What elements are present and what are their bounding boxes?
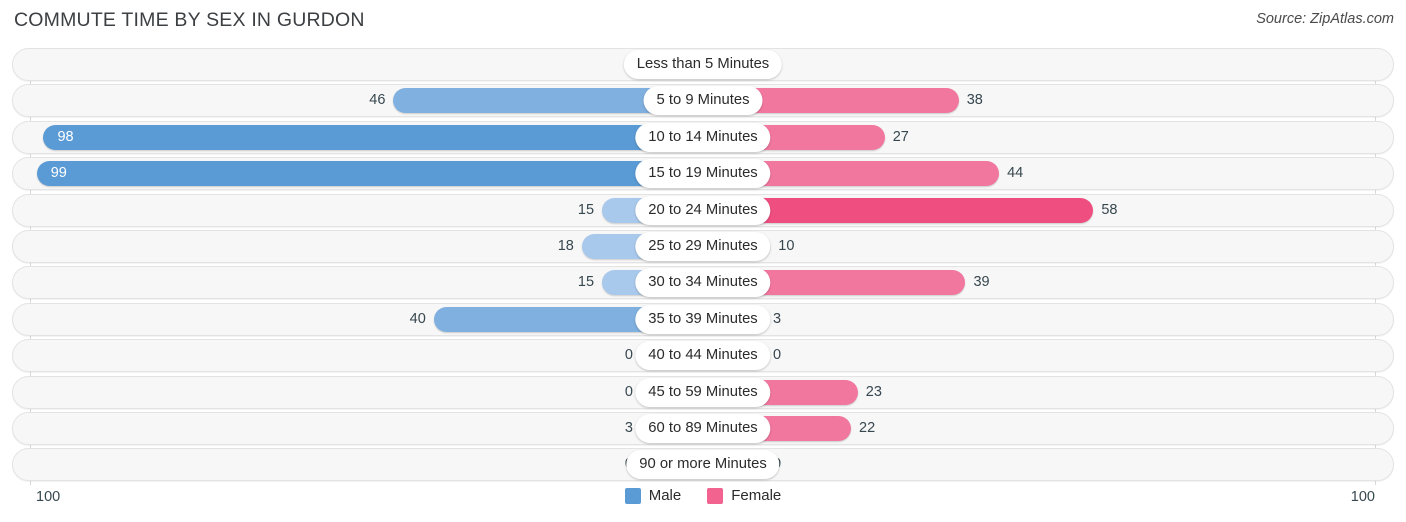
male-value-label: 40 (409, 310, 426, 327)
chart-row: 46 38 5 to 9 Minutes (0, 84, 1406, 118)
chart-row: 3 22 60 to 89 Minutes (0, 412, 1406, 445)
source-attribution: Source: ZipAtlas.com (1256, 11, 1394, 27)
legend-label: Female (731, 487, 782, 504)
category-label: 40 to 44 Minutes (635, 341, 771, 371)
category-label: 20 to 24 Minutes (635, 195, 771, 225)
chart-row: 0090 or more Minutes (0, 448, 1406, 482)
female-value-label: 58 (1101, 201, 1118, 218)
chart-page: COMMUTE TIME BY SEX IN GURDON Source: Zi… (0, 0, 1406, 522)
male-value-label: 18 (557, 238, 574, 254)
chart-row: 40 3 35 to 39 Minutes (0, 302, 1406, 336)
female-value-label: 38 (966, 92, 983, 109)
female-value-label: 44 (1007, 165, 1024, 182)
legend-swatch-icon (707, 487, 724, 504)
chart-row: 0 0 40 to 44 Minutes (0, 339, 1406, 373)
male-value-label: 99 (51, 157, 67, 190)
chart-row: 03Less than 5 Minutes (0, 48, 1406, 81)
legend-swatch-icon (624, 487, 641, 504)
legend-label: Male (648, 487, 682, 504)
legend: Male Female (0, 487, 1406, 504)
category-label: 5 to 9 Minutes (643, 86, 763, 116)
male-bar[interactable] (36, 161, 703, 187)
male-value-label: 46 (369, 92, 386, 109)
female-value-label: 3 (773, 310, 782, 327)
chart-row: 0 23 45 to 59 Minutes (0, 375, 1406, 409)
legend-item-male[interactable]: Male (624, 487, 682, 504)
male-bar[interactable] (43, 124, 703, 150)
female-value-label: 23 (865, 383, 882, 400)
legend-item-female[interactable]: Female (707, 487, 781, 504)
category-label: 45 to 59 Minutes (635, 377, 771, 407)
category-label: 10 to 14 Minutes (635, 122, 771, 152)
male-value-label: 15 (577, 201, 595, 218)
female-value-label: 39 (973, 274, 990, 291)
diverging-bar-plot: 03Less than 5 Minutes46385 to 9 Minutes9… (0, 48, 1406, 485)
category-label: 60 to 89 Minutes (635, 414, 771, 443)
male-value-label: 98 (57, 121, 73, 154)
chart-row: 15 58 20 to 24 Minutes (0, 193, 1406, 227)
chart-row: 15 39 30 to 34 Minutes (0, 266, 1406, 300)
category-label: Less than 5 Minutes (623, 50, 783, 79)
category-label: 90 or more Minutes (626, 450, 780, 480)
male-value-label: 0 (624, 347, 633, 364)
female-value-label: 10 (778, 238, 795, 254)
male-value-label: 3 (624, 420, 633, 436)
male-value-label: 0 (624, 383, 633, 400)
category-label: 35 to 39 Minutes (635, 304, 771, 334)
category-label: 15 to 19 Minutes (635, 159, 771, 189)
category-label: 30 to 34 Minutes (635, 268, 771, 298)
female-value-label: 27 (892, 128, 909, 145)
male-value-label: 15 (577, 274, 595, 291)
chart-row: 98 27 10 to 14 Minutes (0, 120, 1406, 154)
chart-row: 18 10 25 to 29 Minutes (0, 230, 1406, 263)
female-value-label: 22 (859, 420, 876, 436)
category-label: 25 to 29 Minutes (635, 232, 771, 261)
female-value-label: 0 (773, 347, 782, 364)
chart-row: 99 44 15 to 19 Minutes (0, 157, 1406, 191)
page-title: COMMUTE TIME BY SEX IN GURDON (14, 9, 365, 31)
